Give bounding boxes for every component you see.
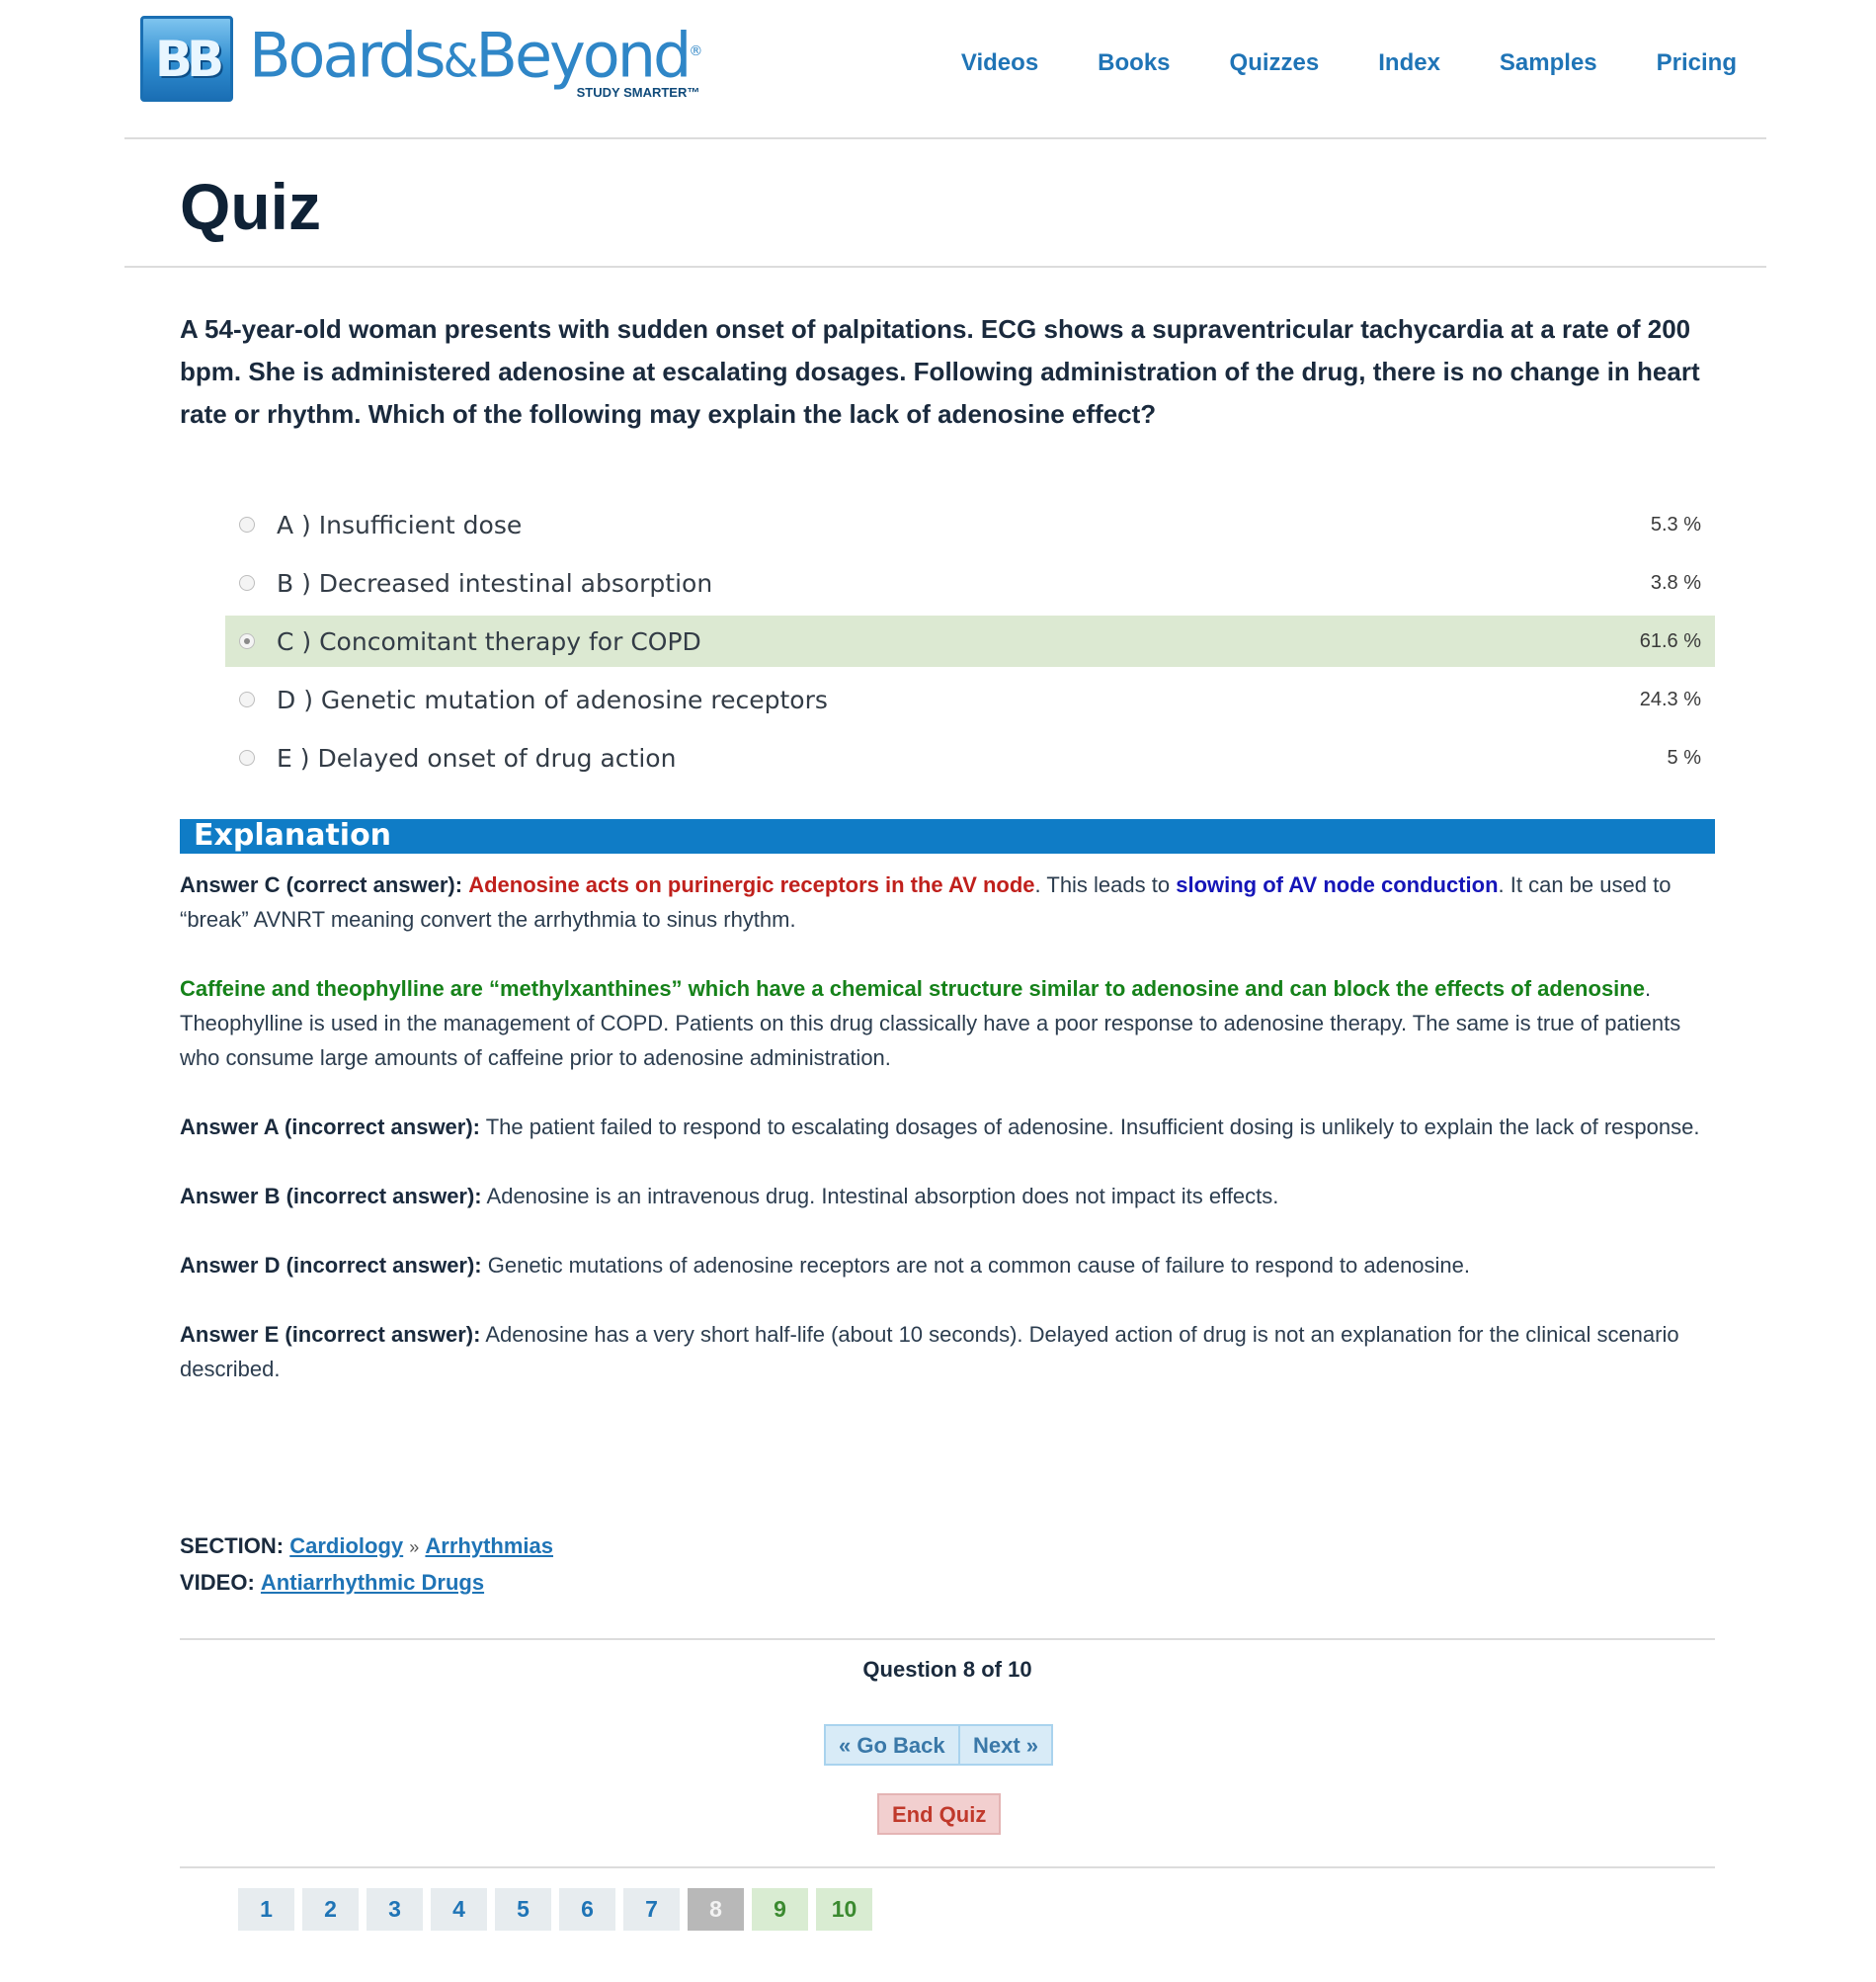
- site-header: BB Boards&Beyond® STUDY SMARTER™ Videos …: [124, 0, 1766, 139]
- nav-pricing[interactable]: Pricing: [1657, 49, 1737, 77]
- radio-button[interactable]: [239, 692, 255, 707]
- page-button-1[interactable]: 1: [238, 1888, 294, 1931]
- answer-percent: 5.3 %: [1650, 513, 1701, 536]
- answer-option-c[interactable]: C ) Concomitant therapy for COPD 61.6 %: [225, 616, 1715, 667]
- logo-mark: BB: [140, 16, 233, 102]
- page-button-8-current[interactable]: 8: [688, 1888, 744, 1931]
- answer-label: E ) Delayed onset of drug action: [277, 743, 677, 773]
- answer-percent: 5 %: [1667, 746, 1701, 769]
- explanation-answer-c: Answer C (correct answer): Adenosine act…: [180, 872, 1672, 932]
- question-stem: A 54-year-old woman presents with sudden…: [180, 314, 1700, 429]
- section-link-cardiology[interactable]: Cardiology: [289, 1533, 403, 1558]
- answer-option-b[interactable]: B ) Decreased intestinal absorption 3.8 …: [225, 557, 1715, 609]
- question-counter: Question 8 of 10: [862, 1657, 1032, 1682]
- page-button-6[interactable]: 6: [559, 1888, 615, 1931]
- answer-percent: 24.3 %: [1639, 688, 1701, 710]
- answer-label: B ) Decreased intestinal absorption: [277, 568, 713, 598]
- explanation-answer-d: Answer D (incorrect answer): Genetic mut…: [180, 1253, 1471, 1278]
- boards-beyond-logo[interactable]: BB Boards&Beyond® STUDY SMARTER™: [140, 16, 702, 102]
- answer-label: C ) Concomitant therapy for COPD: [277, 626, 701, 656]
- page-button-3[interactable]: 3: [367, 1888, 423, 1931]
- answer-label: D ) Genetic mutation of adenosine recept…: [277, 685, 828, 714]
- main-nav: Videos Books Quizzes Index Samples Prici…: [961, 49, 1737, 77]
- explanation-answer-b: Answer B (incorrect answer): Adenosine i…: [180, 1184, 1279, 1208]
- radio-button-selected[interactable]: [239, 633, 255, 649]
- explanation-answer-a: Answer A (incorrect answer): The patient…: [180, 1115, 1700, 1139]
- answer-label: A ) Insufficient dose: [277, 510, 523, 539]
- radio-button[interactable]: [239, 750, 255, 766]
- explanation-answer-e: Answer E (incorrect answer): Adenosine h…: [180, 1322, 1679, 1381]
- page-title: Quiz: [180, 170, 321, 243]
- explanation-methylxanthines: Caffeine and theophylline are “methylxan…: [180, 976, 1681, 1070]
- topic-meta: SECTION: Cardiology » Arrhythmias VIDEO:…: [180, 1528, 553, 1600]
- explanation-body: Answer C (correct answer): Adenosine act…: [180, 867, 1715, 1421]
- nav-books[interactable]: Books: [1098, 49, 1170, 77]
- answer-option-d[interactable]: D ) Genetic mutation of adenosine recept…: [225, 674, 1715, 725]
- logo-wordmark: Boards&Beyond® STUDY SMARTER™: [249, 19, 702, 100]
- divider: [180, 1638, 1715, 1640]
- video-link[interactable]: Antiarrhythmic Drugs: [261, 1570, 484, 1595]
- page-button-10[interactable]: 10: [816, 1888, 872, 1931]
- section-link-arrhythmias[interactable]: Arrhythmias: [425, 1533, 553, 1558]
- video-line: VIDEO: Antiarrhythmic Drugs: [180, 1570, 485, 1595]
- title-bar: Quiz: [124, 139, 1766, 268]
- next-button[interactable]: Next »: [958, 1724, 1054, 1766]
- explanation-header: Explanation: [180, 818, 1715, 854]
- answer-list: A ) Insufficient dose 5.3 % B ) Decrease…: [225, 499, 1715, 790]
- nav-index[interactable]: Index: [1378, 49, 1440, 77]
- page-button-2[interactable]: 2: [302, 1888, 359, 1931]
- nav-videos[interactable]: Videos: [961, 49, 1038, 77]
- go-back-button[interactable]: « Go Back: [824, 1724, 960, 1766]
- question-pager: 1 2 3 4 5 6 7 8 9 10: [238, 1888, 872, 1931]
- explanation-heading: Explanation: [194, 818, 392, 853]
- logo-tagline: STUDY SMARTER™: [576, 85, 700, 100]
- answer-percent: 3.8 %: [1650, 571, 1701, 594]
- section-line: SECTION: Cardiology » Arrhythmias: [180, 1533, 554, 1558]
- answer-percent: 61.6 %: [1639, 629, 1701, 652]
- end-quiz-button[interactable]: End Quiz: [877, 1793, 1002, 1835]
- page-button-5[interactable]: 5: [495, 1888, 551, 1931]
- page-button-9[interactable]: 9: [752, 1888, 808, 1931]
- answer-option-a[interactable]: A ) Insufficient dose 5.3 %: [225, 499, 1715, 550]
- answer-option-e[interactable]: E ) Delayed onset of drug action 5 %: [225, 732, 1715, 784]
- radio-button[interactable]: [239, 575, 255, 591]
- nav-quizzes[interactable]: Quizzes: [1230, 49, 1320, 77]
- page-button-4[interactable]: 4: [431, 1888, 487, 1931]
- page-button-7[interactable]: 7: [623, 1888, 680, 1931]
- divider: [180, 1866, 1715, 1868]
- nav-samples[interactable]: Samples: [1500, 49, 1597, 77]
- radio-button[interactable]: [239, 517, 255, 533]
